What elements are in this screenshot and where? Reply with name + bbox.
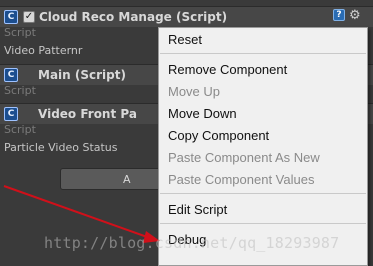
- menu-item-remove-component[interactable]: Remove Component: [168, 62, 287, 77]
- particle-video-status-label: Particle Video Status: [4, 141, 118, 154]
- video-pattern-label: Video Patternr: [4, 44, 83, 57]
- enable-checkbox[interactable]: ✓: [23, 11, 35, 23]
- menu-item-paste-as-new: Paste Component As New: [168, 150, 320, 165]
- menu-separator: [160, 193, 366, 194]
- script-field-label: Script: [4, 123, 36, 136]
- menu-item-reset[interactable]: Reset: [168, 32, 202, 47]
- header-icons: ? ⚙: [333, 9, 363, 23]
- menu-item-move-down[interactable]: Move Down: [168, 106, 237, 121]
- menu-item-paste-values: Paste Component Values: [168, 172, 315, 187]
- component-title: Cloud Reco Manage (Script): [39, 10, 228, 24]
- script-icon: C: [4, 10, 18, 24]
- add-component-label: A: [123, 172, 131, 186]
- help-icon[interactable]: ?: [333, 9, 345, 21]
- component-header-cloud-reco[interactable]: C ✓ Cloud Reco Manage (Script): [0, 6, 373, 27]
- menu-separator: [160, 223, 366, 224]
- gear-icon[interactable]: ⚙: [349, 9, 363, 23]
- menu-item-move-up: Move Up: [168, 84, 221, 99]
- menu-separator: [160, 53, 366, 54]
- context-menu: Reset Remove Component Move Up Move Down…: [158, 27, 368, 266]
- watermark: http://blog.csdn.net/qq_18293987: [44, 234, 340, 252]
- add-component-button[interactable]: A: [60, 168, 170, 190]
- script-icon: C: [4, 68, 18, 82]
- menu-item-copy-component[interactable]: Copy Component: [168, 128, 269, 143]
- component-title: Main (Script): [38, 68, 126, 82]
- script-field-label: Script: [4, 84, 36, 97]
- script-icon: C: [4, 107, 18, 121]
- component-title: Video Front Pa: [38, 107, 137, 121]
- script-field-label: Script: [4, 26, 36, 39]
- menu-item-edit-script[interactable]: Edit Script: [168, 202, 227, 217]
